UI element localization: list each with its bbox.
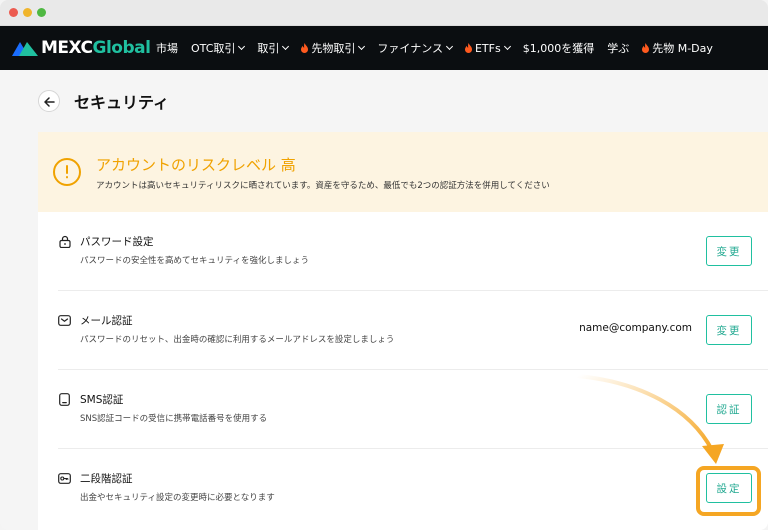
fire-icon: [301, 43, 309, 53]
security-row-title: 二段階認証: [80, 473, 133, 485]
nav-item-label: ETFs: [474, 41, 501, 55]
nav-item-6[interactable]: $1,000を獲得: [523, 40, 595, 56]
nav-item-label: 市場: [156, 42, 178, 55]
security-row-title: メール認証: [80, 315, 133, 327]
mail-icon: [58, 314, 71, 327]
nav-item-5[interactable]: ETFs: [464, 41, 511, 55]
chevron-down-icon: [358, 42, 366, 51]
security-row: パスワード設定パスワードの安全性を高めてセキュリティを強化しましょう 変更: [38, 212, 768, 291]
nav-item-7[interactable]: 学ぶ: [607, 40, 629, 56]
nav-item-label: 取引: [257, 42, 280, 55]
nav-item-4[interactable]: ファイナンス: [377, 40, 454, 56]
risk-warning-banner: アカウントのリスクレベル 高 アカウントは高いセキュリティリスクに晒されています…: [38, 132, 768, 212]
logo-main-text: MEXC: [41, 38, 93, 58]
fire-icon: [642, 43, 650, 53]
window-titlebar: [0, 0, 768, 26]
nav-item-8[interactable]: 先物 M-Day: [642, 40, 713, 56]
mexc-logo[interactable]: MEXCGlobal: [12, 38, 151, 58]
nav-item-label: OTC取引: [191, 42, 236, 55]
nav-item-label: ファイナンス: [377, 42, 443, 55]
mexc-logo-icon: [12, 40, 38, 56]
exclamation-circle-icon: [53, 158, 81, 186]
nav-item-3[interactable]: 先物取引: [301, 40, 366, 56]
nav-item-0[interactable]: 市場: [156, 40, 178, 56]
key-icon: [58, 472, 71, 485]
security-row-description: 出金やセキュリティ設定の変更時に必要となります: [80, 493, 275, 503]
security-row-description: SNS認証コードの受信に携帯電話番号を使用する: [80, 414, 268, 424]
logo-accent-text: Global: [92, 38, 151, 58]
fire-icon: [464, 43, 472, 53]
nav-item-label: 先物 M-Day: [652, 42, 713, 55]
highlight-box: [696, 466, 761, 516]
back-button[interactable]: [38, 90, 60, 112]
security-row-description: パスワードのリセット、出金時の確認に利用するメールアドレスを設定しましょう: [80, 335, 395, 345]
security-row-title: パスワード設定: [80, 236, 154, 248]
logo-text: MEXCGlobal: [41, 38, 151, 58]
security-row-description: パスワードの安全性を高めてセキュリティを強化しましょう: [80, 256, 309, 266]
page-title: セキュリティ: [74, 93, 170, 112]
security-card: アカウントのリスクレベル 高 アカウントは高いセキュリティリスクに晒されています…: [38, 132, 768, 530]
close-window-button[interactable]: [9, 8, 18, 17]
minimize-window-button[interactable]: [23, 8, 32, 17]
nav-item-label: 先物取引: [311, 42, 356, 55]
security-row-title: SMS認証: [80, 394, 124, 406]
arrow-left-icon: [43, 92, 55, 111]
chevron-down-icon: [503, 42, 511, 51]
nav-item-label: 学ぶ: [607, 42, 630, 55]
nav-item-2[interactable]: 取引: [257, 40, 290, 56]
lock-icon: [58, 235, 71, 248]
security-row: メール認証パスワードのリセット、出金時の確認に利用するメールアドレスを設定しまし…: [38, 291, 768, 370]
risk-level-title: アカウントのリスクレベル 高: [96, 156, 296, 174]
app-window: MEXCGlobal 市場 OTC取引 取引 先物取引 ファイナンス ETFs $1,000…: [0, 0, 768, 530]
nav-item-label: $1,000を獲得: [522, 42, 595, 55]
phone-icon: [58, 393, 71, 406]
security-action-button[interactable]: 変更: [706, 315, 752, 345]
security-row-value: name@company.com: [579, 322, 692, 334]
chevron-down-icon: [282, 42, 290, 51]
guide-arrow-icon: [576, 374, 724, 464]
nav-item-1[interactable]: OTC取引: [191, 40, 246, 56]
risk-level-description: アカウントは高いセキュリティリスクに晒されています。資産を守るため、最低でも2つ…: [96, 181, 550, 191]
maximize-window-button[interactable]: [37, 8, 46, 17]
chevron-down-icon: [238, 42, 246, 51]
top-navbar: MEXCGlobal 市場 OTC取引 取引 先物取引 ファイナンス ETFs $1,000…: [0, 26, 768, 70]
chevron-down-icon: [445, 42, 454, 51]
security-action-button[interactable]: 変更: [706, 236, 752, 266]
nav-menu: 市場 OTC取引 取引 先物取引 ファイナンス ETFs $1,000を獲得 学ぶ 先物 M-D…: [156, 26, 726, 70]
